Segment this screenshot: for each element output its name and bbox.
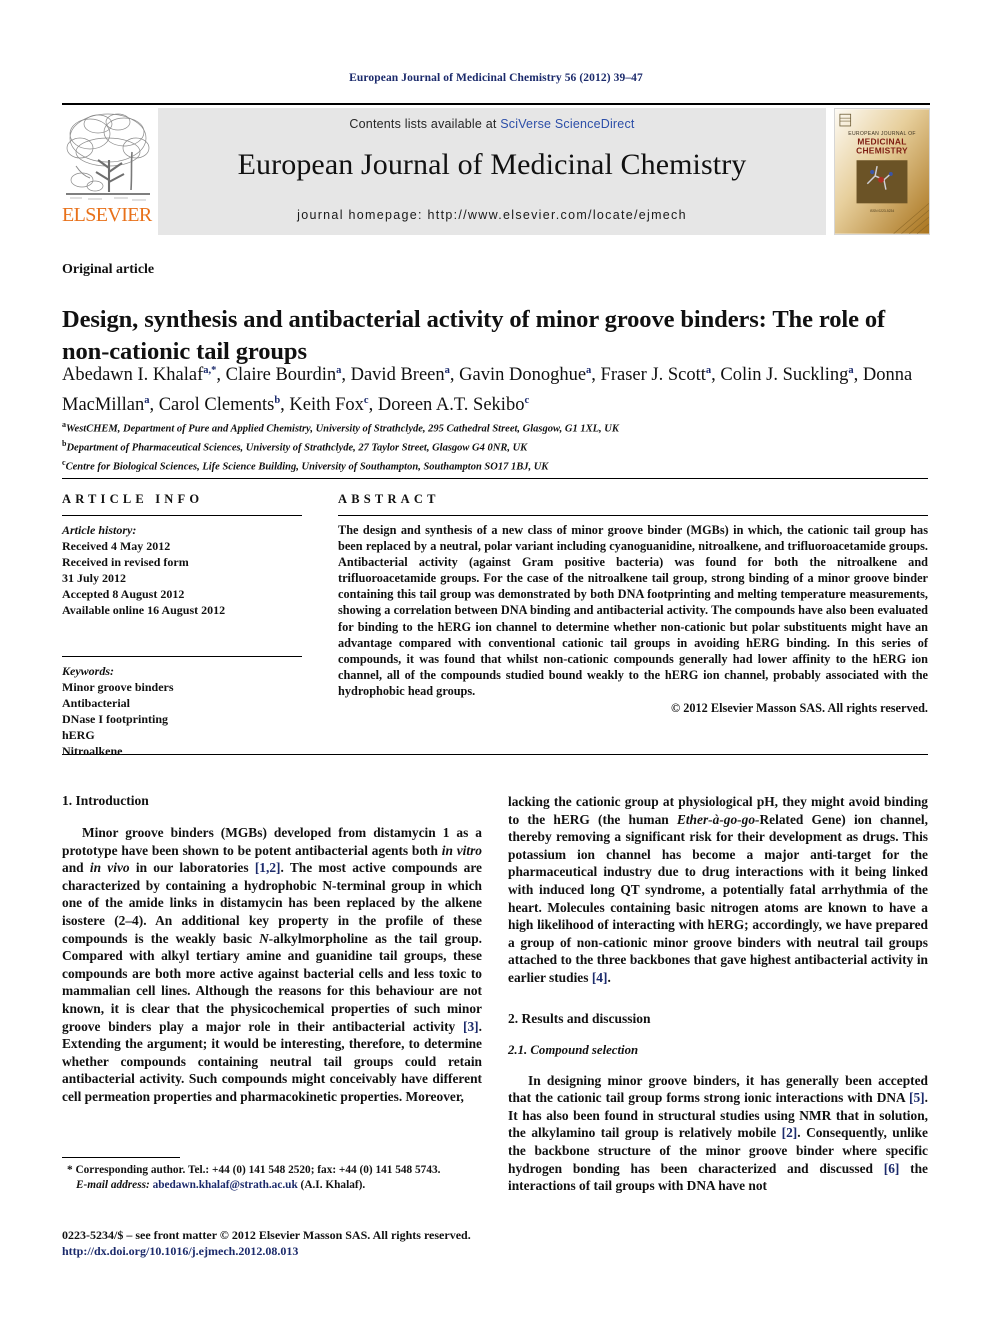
footnote-line-email: E-mail address: abedawn.khalaf@strath.ac… bbox=[76, 1179, 366, 1191]
doi-link[interactable]: http://dx.doi.org/10.1016/j.ejmech.2012.… bbox=[62, 1243, 562, 1259]
front-matter-block: 0223-5234/$ – see front matter © 2012 El… bbox=[62, 1227, 562, 1259]
keyword-item: Antibacterial bbox=[62, 696, 130, 710]
author-item: Colin J. Sucklinga bbox=[720, 365, 854, 386]
elsevier-logo: ELSEVIER bbox=[62, 108, 158, 235]
body-column-right: lacking the cationic group at physiologi… bbox=[508, 793, 928, 1195]
divider-top bbox=[62, 478, 928, 479]
email-link[interactable]: abedawn.khalaf@strath.ac.uk bbox=[153, 1179, 298, 1191]
author-item: Doreen A.T. Sekiboc bbox=[377, 395, 530, 416]
journal-homepage-link[interactable]: journal homepage: http://www.elsevier.co… bbox=[158, 208, 826, 222]
abstract-block: ABSTRACT The design and synthesis of a n… bbox=[338, 492, 928, 716]
affiliation-list: aWestCHEM, Department of Pure and Applie… bbox=[62, 418, 938, 475]
keyword-item: DNase I footprinting bbox=[62, 712, 169, 726]
journal-cover: EUROPEAN JOURNAL OF MEDICINAL CHEMISTRY … bbox=[826, 108, 930, 235]
journal-article-page: European Journal of Medicinal Chemistry … bbox=[0, 0, 992, 1323]
affiliation-item: cCentre for Biological Sciences, Life Sc… bbox=[62, 458, 549, 473]
running-head: European Journal of Medicinal Chemistry … bbox=[349, 72, 643, 84]
contents-lists-line: Contents lists available at SciVerse Sci… bbox=[349, 117, 634, 131]
corresponding-author-footnote: * Corresponding author. Tel.: +44 (0) 14… bbox=[62, 1163, 482, 1193]
citation-link[interactable]: [5] bbox=[909, 1090, 925, 1105]
citation-link[interactable]: [1,2] bbox=[255, 860, 281, 875]
citation-link[interactable]: [3] bbox=[463, 1019, 479, 1034]
citation-link[interactable]: [4] bbox=[592, 970, 608, 985]
article-history-item: Available online 16 August 2012 bbox=[62, 603, 226, 617]
author-item: Carol Clementsb bbox=[158, 395, 281, 416]
article-history-item: 31 July 2012 bbox=[62, 571, 127, 585]
author-item: Keith Foxc bbox=[289, 395, 369, 416]
abstract-body: The design and synthesis of a new class … bbox=[338, 523, 928, 698]
footnote-line-tel: * Corresponding author. Tel.: +44 (0) 14… bbox=[67, 1164, 441, 1176]
front-matter-line: 0223-5234/$ – see front matter © 2012 El… bbox=[62, 1228, 471, 1242]
section-heading-compound-selection: 2.1. Compound selection bbox=[508, 1042, 639, 1057]
affiliation-item: bDepartment of Pharmaceutical Sciences, … bbox=[62, 439, 528, 454]
svg-text:CHEMISTRY: CHEMISTRY bbox=[856, 145, 908, 155]
keyword-item: hERG bbox=[62, 728, 95, 742]
compound-selection-paragraph: In designing minor groove binders, it ha… bbox=[508, 1072, 928, 1194]
author-list: Abedawn I. Khalafa,*, Claire Bourdina, D… bbox=[62, 365, 913, 416]
abstract-heading: ABSTRACT bbox=[338, 492, 440, 506]
section-heading-introduction: 1. Introduction bbox=[62, 793, 149, 808]
article-history-item: Received 4 May 2012 bbox=[62, 539, 171, 553]
keywords-rule bbox=[62, 656, 302, 657]
abstract-rule bbox=[338, 515, 928, 516]
author-item: David Breena bbox=[350, 365, 450, 386]
citation-link[interactable]: [2] bbox=[782, 1125, 798, 1140]
sciencedirect-link[interactable]: SciVerse ScienceDirect bbox=[500, 117, 634, 131]
article-history-item: Accepted 8 August 2012 bbox=[62, 587, 185, 601]
author-item: Gavin Donoghuea bbox=[459, 365, 592, 386]
contents-prefix: Contents lists available at bbox=[349, 117, 501, 131]
intro-continuation-paragraph: lacking the cationic group at physiologi… bbox=[508, 794, 928, 985]
article-type: Original article bbox=[62, 262, 155, 277]
abstract-copyright: © 2012 Elsevier Masson SAS. All rights r… bbox=[670, 701, 928, 716]
banner-center: Contents lists available at SciVerse Sci… bbox=[158, 108, 826, 235]
keyword-item: Nitroalkene bbox=[62, 744, 123, 758]
elsevier-wordmark: ELSEVIER bbox=[62, 205, 152, 225]
elsevier-tree-icon bbox=[62, 108, 154, 204]
keyword-item: Minor groove binders bbox=[62, 680, 174, 694]
intro-paragraph: Minor groove binders (MGBs) developed fr… bbox=[62, 825, 483, 1104]
keywords-label: Keywords: bbox=[62, 664, 114, 678]
article-history-label: Article history: bbox=[62, 523, 137, 537]
article-info-heading: ARTICLE INFO bbox=[62, 492, 204, 506]
journal-cover-image: EUROPEAN JOURNAL OF MEDICINAL CHEMISTRY … bbox=[834, 108, 930, 235]
svg-text:ISSN 0223-5234: ISSN 0223-5234 bbox=[870, 209, 895, 213]
journal-title: European Journal of Medicinal Chemistry bbox=[237, 148, 747, 181]
affiliation-item: aWestCHEM, Department of Pure and Applie… bbox=[62, 420, 619, 435]
footnote-divider bbox=[62, 1157, 180, 1158]
section-heading-results: 2. Results and discussion bbox=[508, 1010, 651, 1026]
article-info-block: ARTICLE INFO Article history: Received 4… bbox=[62, 492, 302, 759]
author-item: Abedawn I. Khalafa,* bbox=[62, 365, 217, 386]
article-info-rule bbox=[62, 515, 302, 516]
body-column-left: 1. Introduction Minor groove binders (MG… bbox=[62, 793, 482, 1106]
author-item: Claire Bourdina bbox=[225, 365, 342, 386]
journal-banner: ELSEVIER Contents lists available at Sci… bbox=[62, 103, 930, 235]
citation-link[interactable]: [6] bbox=[884, 1161, 900, 1176]
article-history-item: Received in revised form bbox=[62, 555, 189, 569]
author-item: Fraser J. Scotta bbox=[600, 365, 712, 386]
